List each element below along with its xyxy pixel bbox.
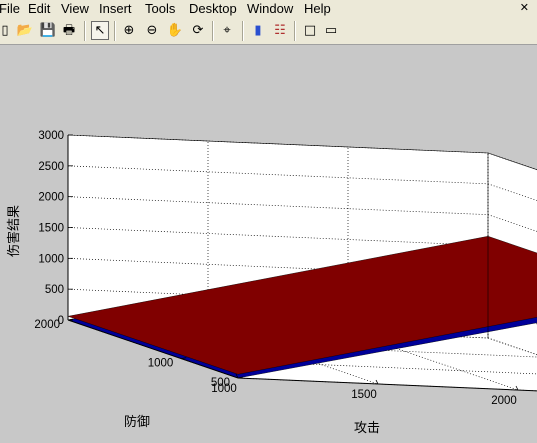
menu-desktop[interactable]: Desktop	[189, 0, 237, 17]
close-icon[interactable]: ✕	[520, 0, 529, 16]
toolbar-separator	[114, 21, 116, 41]
open-file-icon[interactable]: 📂	[16, 21, 34, 40]
z-tick-label: 1000	[38, 253, 64, 265]
x-axis-label: 攻击	[354, 421, 380, 436]
menu-edit[interactable]: Edit	[28, 0, 50, 17]
z-tick-label: 2000	[38, 192, 64, 204]
toolbar-separator	[242, 21, 244, 41]
z-axis-label: 伤害结果	[6, 205, 22, 257]
menu-bar: File Edit View Insert Tools Desktop Wind…	[0, 0, 537, 18]
zoom-out-icon[interactable]: ⊖	[143, 21, 161, 40]
menu-help[interactable]: Help	[304, 0, 331, 17]
menu-file[interactable]: File	[0, 0, 20, 17]
toolbar-separator	[212, 21, 214, 41]
figure-toolbar: ▯ 📂 💾 🖶 ↖ ⊕ ⊖ ✋ ⟳ ⌖ ▮ ☷ □ ▭	[0, 18, 537, 45]
y-tick-label: 1000	[148, 358, 174, 370]
x-tick-label: 2000	[491, 395, 517, 407]
y-tick-label: 500	[211, 377, 230, 389]
x-tick-label: 1500	[351, 389, 377, 401]
plot-area[interactable]: 0500100015002000250030001000150020002500…	[0, 45, 537, 443]
y-tick-label: 2000	[34, 319, 60, 331]
rotate-3d-icon[interactable]: ⟳	[189, 21, 207, 40]
menu-tools[interactable]: Tools	[145, 0, 175, 17]
show-plot-tools-icon[interactable]: ▭	[322, 21, 340, 40]
menu-window[interactable]: Window	[247, 0, 293, 17]
insert-legend-icon[interactable]: ☷	[271, 21, 289, 40]
z-tick-label: 500	[45, 284, 64, 296]
print-icon[interactable]: 🖶	[60, 21, 78, 40]
insert-colorbar-icon[interactable]: ▮	[249, 21, 267, 40]
data-cursor-icon[interactable]: ⌖	[218, 21, 236, 40]
z-tick-label: 3000	[38, 130, 64, 142]
hide-plot-tools-icon[interactable]: □	[301, 21, 319, 40]
zoom-in-icon[interactable]: ⊕	[120, 21, 138, 40]
save-icon[interactable]: 💾	[39, 21, 57, 40]
menu-insert[interactable]: Insert	[99, 0, 132, 17]
y-axis-label: 防御	[124, 414, 150, 430]
new-figure-icon[interactable]: ▯	[0, 21, 14, 40]
menu-view[interactable]: View	[61, 0, 89, 17]
toolbar-separator	[84, 21, 86, 41]
edit-plot-arrow-icon[interactable]: ↖	[91, 21, 109, 40]
pan-hand-icon[interactable]: ✋	[166, 21, 184, 40]
z-tick-label: 2500	[38, 161, 64, 173]
z-tick-label: 1500	[38, 223, 64, 235]
toolbar-separator	[294, 21, 296, 41]
